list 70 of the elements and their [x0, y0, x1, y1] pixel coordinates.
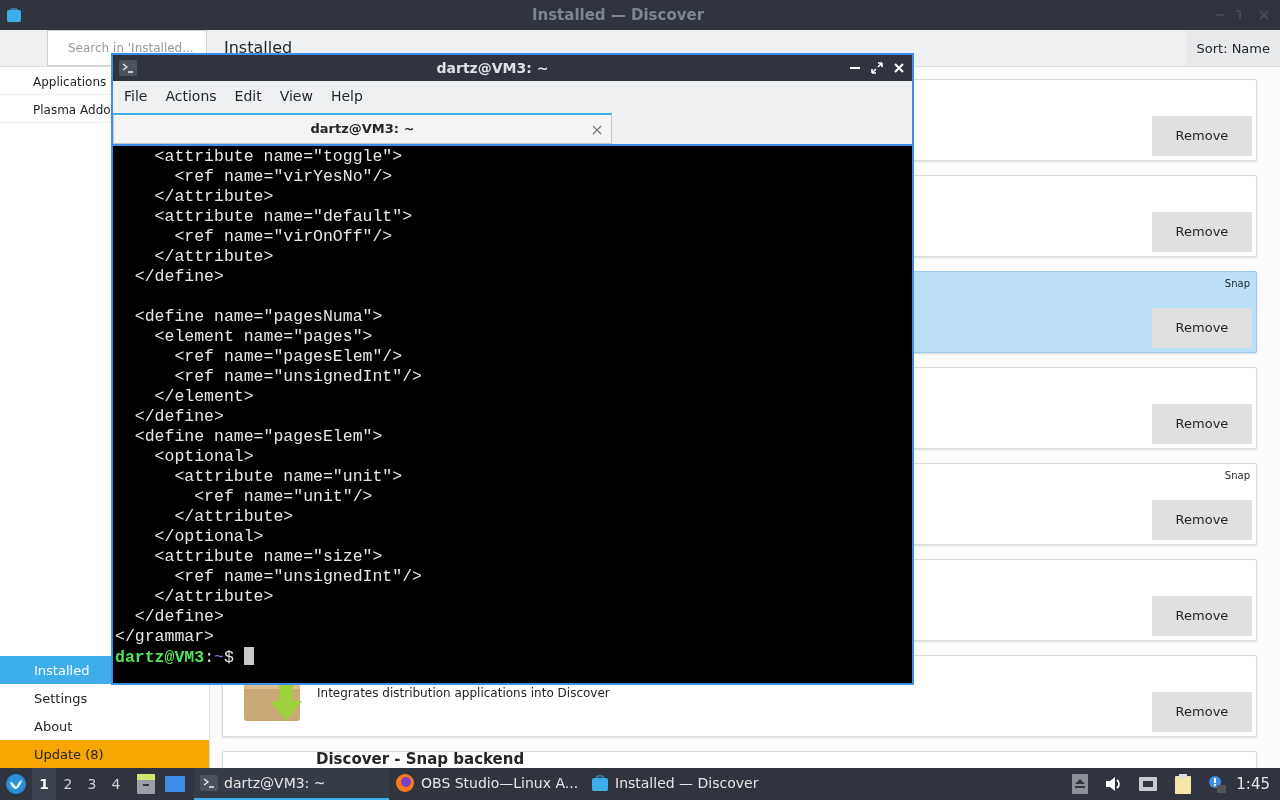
sidebar-item[interactable]: About: [0, 712, 209, 740]
network-icon[interactable]: [1138, 775, 1159, 793]
clock[interactable]: 1:45: [1230, 772, 1280, 796]
close-icon[interactable]: [892, 61, 906, 75]
terminal-line: <define name="pagesNuma">: [133, 307, 384, 327]
terminal-line: <ref name="unsignedInt"/>: [173, 567, 423, 587]
menu-item[interactable]: View: [270, 85, 322, 107]
terminal-line: <optional>: [153, 447, 255, 467]
terminal-line: <define name="pagesElem">: [133, 427, 384, 447]
terminal-line: <ref name="unsignedInt"/>: [173, 367, 423, 387]
app-name: Discover - Snap backend: [316, 751, 525, 767]
notification-icon[interactable]: [1208, 775, 1227, 793]
terminal-line: </element>: [153, 387, 255, 407]
terminal-icon: [200, 775, 218, 791]
remove-button[interactable]: Remove: [1152, 596, 1252, 636]
page-heading: Installed: [224, 37, 294, 59]
terminal-line: </attribute>: [173, 507, 295, 527]
text-cursor: [243, 647, 254, 665]
workspace-button[interactable]: 4: [104, 768, 128, 800]
terminal-icon: [119, 60, 137, 76]
sort-button[interactable]: Sort: Name: [1186, 30, 1280, 66]
app-card[interactable]: Discover - Snap backend: [222, 751, 1257, 768]
task-button[interactable]: Installed — Discover: [585, 768, 765, 800]
terminal-line: <ref name="virYesNo"/>: [173, 167, 394, 187]
sidebar-item[interactable]: Settings: [0, 684, 209, 712]
update-button[interactable]: Update (8): [0, 740, 209, 768]
desktop-icon[interactable]: [164, 775, 186, 793]
terminal-line: </optional>: [153, 527, 265, 547]
remove-button[interactable]: Remove: [1152, 116, 1252, 156]
terminal-line: </define>: [133, 267, 225, 287]
store-icon: [6, 7, 22, 23]
terminal-line: </attribute>: [153, 187, 275, 207]
workspace-button[interactable]: 3: [80, 768, 104, 800]
remove-button[interactable]: Remove: [1152, 500, 1252, 540]
eject-icon[interactable]: [1072, 774, 1089, 794]
remove-button[interactable]: Remove: [1152, 308, 1252, 348]
clipboard-icon[interactable]: [1174, 773, 1193, 795]
terminal-line: <ref name="pagesElem"/>: [173, 347, 404, 367]
workspace-button[interactable]: 1: [32, 768, 56, 800]
window-title: dartz@VM3: ~: [435, 58, 550, 78]
source-label: Snap: [1224, 277, 1250, 291]
firefox-icon: [395, 773, 415, 793]
file-cabinet-icon[interactable]: [136, 773, 156, 795]
terminal-line: <ref name="unit"/>: [193, 487, 374, 507]
source-label: Snap: [1224, 469, 1250, 483]
terminal-line: </define>: [133, 407, 225, 427]
task-button[interactable]: OBS Studio—Linux A...: [389, 768, 585, 800]
maximize-icon[interactable]: [870, 61, 884, 75]
terminal-line: <attribute name="size">: [153, 547, 384, 567]
remove-button[interactable]: Remove: [1152, 692, 1252, 732]
terminal-line: <attribute name="default">: [153, 207, 414, 227]
terminal-line: </define>: [133, 607, 225, 627]
terminal-line: </grammar>: [115, 627, 216, 647]
menu-item[interactable]: Help: [321, 85, 372, 107]
workspace-button[interactable]: 2: [56, 768, 80, 800]
app-description: Integrates distribution applications into Discover: [317, 685, 610, 702]
terminal-tab[interactable]: dartz@VM3: ~: [113, 113, 612, 144]
terminal-line: <ref name="virOnOff"/>: [173, 227, 394, 247]
terminal-line: </attribute>: [153, 247, 275, 267]
store-icon: [591, 774, 609, 792]
volume-icon[interactable]: [1104, 775, 1123, 793]
menu-item[interactable]: Edit: [225, 85, 271, 107]
terminal-line: </attribute>: [153, 587, 275, 607]
terminal-line: <attribute name="toggle">: [153, 147, 404, 167]
terminal-line: <attribute name="unit">: [173, 467, 404, 487]
terminal-line: <element name="pages">: [153, 327, 374, 347]
remove-button[interactable]: Remove: [1152, 404, 1252, 444]
window-title: Installed — Discover: [530, 4, 706, 26]
remove-button[interactable]: Remove: [1152, 212, 1252, 252]
task-button[interactable]: dartz@VM3: ~: [194, 768, 389, 800]
